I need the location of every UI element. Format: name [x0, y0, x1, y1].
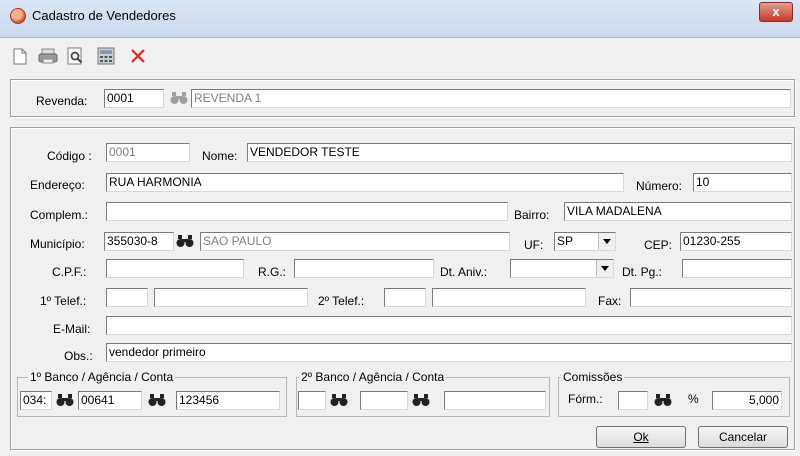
rg-input[interactable] — [294, 259, 434, 278]
obs-input[interactable]: vendedor primeiro — [106, 343, 792, 362]
formula-input[interactable] — [618, 391, 648, 410]
telef2-label: 2º Telef.: — [318, 294, 365, 308]
telef1-input[interactable] — [154, 288, 308, 307]
chevron-down-icon[interactable] — [598, 233, 615, 250]
revenda-label: Revenda: — [36, 94, 88, 108]
telef2-ddd-input[interactable] — [384, 288, 426, 307]
ok-button[interactable]: Ok — [596, 426, 686, 448]
endereco-input[interactable]: RUA HARMONIA — [106, 173, 624, 192]
cpf-label: C.P.F.: — [52, 265, 87, 279]
close-button[interactable]: x — [759, 2, 793, 22]
banco1-banco-input[interactable]: 034: — [20, 391, 52, 410]
title-bar: Cadastro de Vendedores x — [0, 0, 800, 38]
dtaniv-label: Dt. Aniv.: — [440, 265, 488, 279]
fax-label: Fax: — [598, 294, 622, 308]
municipio-search-icon[interactable] — [176, 234, 194, 251]
dtaniv-picker[interactable] — [510, 259, 614, 278]
numero-input[interactable]: 10 — [693, 173, 792, 192]
cancelar-button[interactable]: Cancelar — [698, 426, 788, 448]
codigo-field[interactable]: 0001 — [106, 143, 190, 162]
banco2-agencia-input[interactable] — [360, 391, 408, 410]
uf-label: UF: — [524, 238, 544, 252]
toolbar — [0, 38, 800, 74]
banco1-agencia-input[interactable]: 00641 — [78, 391, 142, 410]
numero-label: Número: — [636, 179, 683, 193]
endereco-label: Endereço: — [30, 178, 85, 192]
bairro-input[interactable]: VILA MADALENA — [564, 202, 792, 221]
complem-input[interactable] — [106, 202, 508, 221]
telef1-ddd-input[interactable] — [106, 288, 148, 307]
email-input[interactable] — [106, 316, 792, 335]
chevron-down-icon[interactable] — [596, 260, 613, 277]
app-icon — [10, 8, 26, 24]
dtpg-input[interactable] — [682, 259, 792, 278]
cpf-input[interactable] — [106, 259, 244, 278]
nome-input[interactable]: VENDEDOR TESTE — [247, 143, 792, 162]
email-label: E-Mail: — [53, 322, 91, 336]
municipio-name-field: SAO PAULO — [200, 232, 510, 251]
percent-input[interactable]: 5,000 — [712, 391, 782, 410]
revenda-search-icon[interactable] — [170, 91, 188, 108]
banco2-title: 2º Banco / Agência / Conta — [299, 370, 447, 384]
revenda-name-field: REVENDA 1 — [191, 89, 791, 108]
preview-icon[interactable] — [66, 46, 86, 66]
banco1-search-icon[interactable] — [56, 393, 74, 410]
telef1-label: 1º Telef.: — [40, 294, 87, 308]
uf-value: SP — [557, 234, 574, 248]
window-title: Cadastro de Vendedores — [32, 8, 176, 23]
banco1-conta-input[interactable]: 123456 — [176, 391, 280, 410]
municipio-label: Município: — [30, 237, 85, 251]
new-icon[interactable] — [10, 46, 30, 66]
calculator-icon[interactable] — [96, 46, 116, 66]
uf-select[interactable]: SP — [554, 232, 616, 251]
cep-label: CEP: — [644, 238, 673, 252]
banco1-title: 1º Banco / Agência / Conta — [28, 370, 176, 384]
telef2-input[interactable] — [432, 288, 586, 307]
formula-label: Fórm.: — [568, 392, 603, 406]
banco2-search-icon[interactable] — [330, 393, 348, 410]
rg-label: R.G.: — [258, 265, 287, 279]
agencia1-search-icon[interactable] — [148, 393, 166, 410]
comissoes-title: Comissões — [561, 370, 625, 384]
fax-input[interactable] — [630, 288, 792, 307]
obs-label: Obs.: — [64, 349, 93, 363]
banco2-conta-input[interactable] — [444, 391, 546, 410]
cep-input[interactable]: 01230-255 — [680, 232, 792, 251]
agencia2-search-icon[interactable] — [412, 393, 430, 410]
formula-search-icon[interactable] — [654, 393, 672, 410]
municipio-code-input[interactable]: 355030-8 — [104, 232, 174, 251]
revenda-code-input[interactable]: 0001 — [104, 89, 164, 108]
percent-label: % — [688, 392, 699, 406]
dtpg-label: Dt. Pg.: — [622, 265, 663, 279]
nome-label: Nome: — [202, 149, 238, 163]
codigo-label: Código : — [47, 149, 92, 163]
complem-label: Complem.: — [30, 208, 89, 222]
bairro-label: Bairro: — [514, 208, 550, 222]
delete-icon[interactable] — [128, 46, 148, 66]
banco2-banco-input[interactable] — [298, 391, 326, 410]
print-icon[interactable] — [38, 46, 58, 66]
